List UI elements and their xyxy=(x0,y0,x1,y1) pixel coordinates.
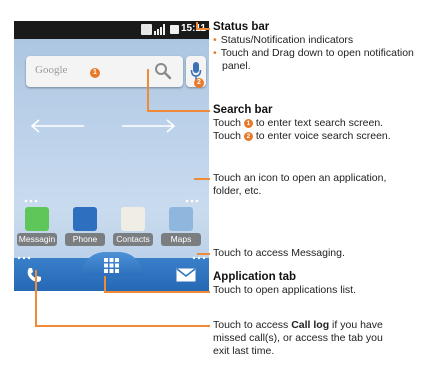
annotation-search-bar: Search bar Touch 1 to enter text search … xyxy=(213,104,391,143)
app-grid-icon xyxy=(104,258,119,273)
phone-status-bar[interactable]: 15:11 xyxy=(14,21,209,39)
annotation-line: missed call(s), or access the tab you xyxy=(213,332,383,344)
messaging-dock-icon[interactable] xyxy=(176,268,196,282)
annotation-app-tab: Application tab Touch to open applicatio… xyxy=(213,271,356,297)
marker-voice-search: 2 xyxy=(194,78,204,88)
maps-icon xyxy=(169,207,193,231)
annotation-bullet: • Touch and Drag down to open notificatio… xyxy=(213,47,414,59)
annotation-call-log: Touch to access Call log if you have mis… xyxy=(213,319,383,358)
launcher-dock xyxy=(14,252,209,291)
battery-icon xyxy=(170,25,179,34)
callout-line-search-h xyxy=(147,110,210,112)
app-phone[interactable]: Phone xyxy=(65,207,105,246)
annotation-line: folder, etc. xyxy=(213,185,262,197)
annotation-bullet: • Status/Notification indicators xyxy=(213,34,354,46)
marker-text-search: 1 xyxy=(90,68,100,78)
annotation-title: Application tab xyxy=(213,271,297,283)
callout-line-search-v xyxy=(147,69,149,111)
callout-line-calllog-h xyxy=(35,325,210,327)
callout-line-status-v xyxy=(196,22,198,30)
callout-line-app xyxy=(194,178,210,180)
annotation-line: Touch 1 to enter text search screen. xyxy=(213,117,384,129)
app-contacts[interactable]: Contacts xyxy=(113,207,153,246)
app-label: Phone xyxy=(65,233,105,246)
annotation-line: Touch to access Call log if you have xyxy=(213,319,383,331)
swipe-arrows-icon xyxy=(30,119,176,133)
callout-line-status xyxy=(196,28,210,30)
app-maps[interactable]: Maps xyxy=(161,207,201,246)
contacts-icon xyxy=(121,207,145,231)
notification-icon xyxy=(141,24,152,35)
callout-line-apptab-v xyxy=(104,276,106,292)
callout-line-calllog-v xyxy=(35,270,37,326)
annotation-line: Touch to open applications list. xyxy=(213,284,357,296)
app-label: Contacts xyxy=(113,233,153,246)
search-bar[interactable]: Google xyxy=(26,56,183,87)
annotation-status-bar: Status bar • Status/Notification indicato… xyxy=(213,21,414,73)
callout-line-apptab-h xyxy=(104,291,210,293)
annotation-line: exit last time. xyxy=(213,345,275,357)
app-label: Maps xyxy=(161,233,201,246)
signal-icon xyxy=(154,24,166,35)
annotation-line: Touch an icon to open an application, xyxy=(213,172,387,184)
app-messaging[interactable]: Messagin xyxy=(17,207,57,246)
search-placeholder: Google xyxy=(35,64,68,76)
app-label: Messagin xyxy=(17,233,57,246)
callout-line-messaging xyxy=(197,253,210,255)
page-indicator-dots xyxy=(24,199,199,203)
annotation-messaging: Touch to access Messaging. xyxy=(213,247,345,259)
annotation-line: Touch 2 to enter voice search screen. xyxy=(213,130,391,142)
call-log-icon[interactable] xyxy=(26,267,42,283)
search-icon[interactable] xyxy=(154,62,172,80)
annotation-bullet-cont: panel. xyxy=(222,60,251,72)
annotation-title: Status bar xyxy=(213,21,270,33)
messaging-icon xyxy=(25,207,49,231)
annotation-app-icon: Touch an icon to open an application, fo… xyxy=(213,172,386,198)
annotation-title: Search bar xyxy=(213,104,273,116)
phone-app-icon xyxy=(73,207,97,231)
phone-home-screen: 15:11 Google 1 2 Messagin Phone Contacts… xyxy=(14,21,209,291)
